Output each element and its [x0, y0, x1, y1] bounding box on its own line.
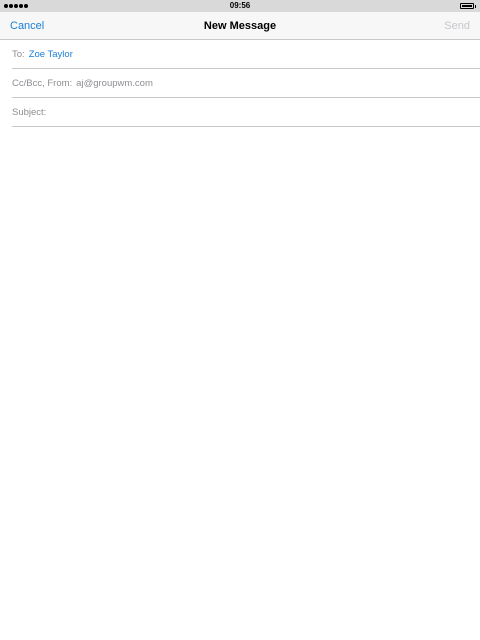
subject-field[interactable]: Subject: — [12, 98, 480, 127]
page-title: New Message — [203, 19, 277, 32]
battery-icon — [460, 3, 476, 9]
subject-input[interactable] — [50, 106, 480, 118]
mail-compose-screen: 09:56 Cancel New Message Send To: Zoe Ta… — [0, 0, 480, 640]
from-address: aj@groupwm.com — [76, 77, 153, 89]
to-field[interactable]: To: Zoe Taylor — [12, 40, 480, 69]
navigation-bar: Cancel New Message Send — [0, 12, 480, 40]
cc-bcc-from-field[interactable]: Cc/Bcc, From: aj@groupwm.com — [12, 69, 480, 98]
status-bar: 09:56 — [0, 0, 480, 12]
message-body[interactable] — [12, 127, 480, 627]
status-time: 09:56 — [229, 1, 251, 10]
to-label: To: — [12, 48, 25, 60]
cc-bcc-from-label: Cc/Bcc, From: — [12, 77, 73, 89]
cancel-button[interactable]: Cancel — [10, 20, 44, 32]
subject-label: Subject: — [12, 106, 47, 118]
signal-strength-icon — [4, 4, 28, 8]
recipient-token[interactable]: Zoe Taylor — [29, 49, 73, 60]
send-button[interactable]: Send — [444, 20, 470, 32]
